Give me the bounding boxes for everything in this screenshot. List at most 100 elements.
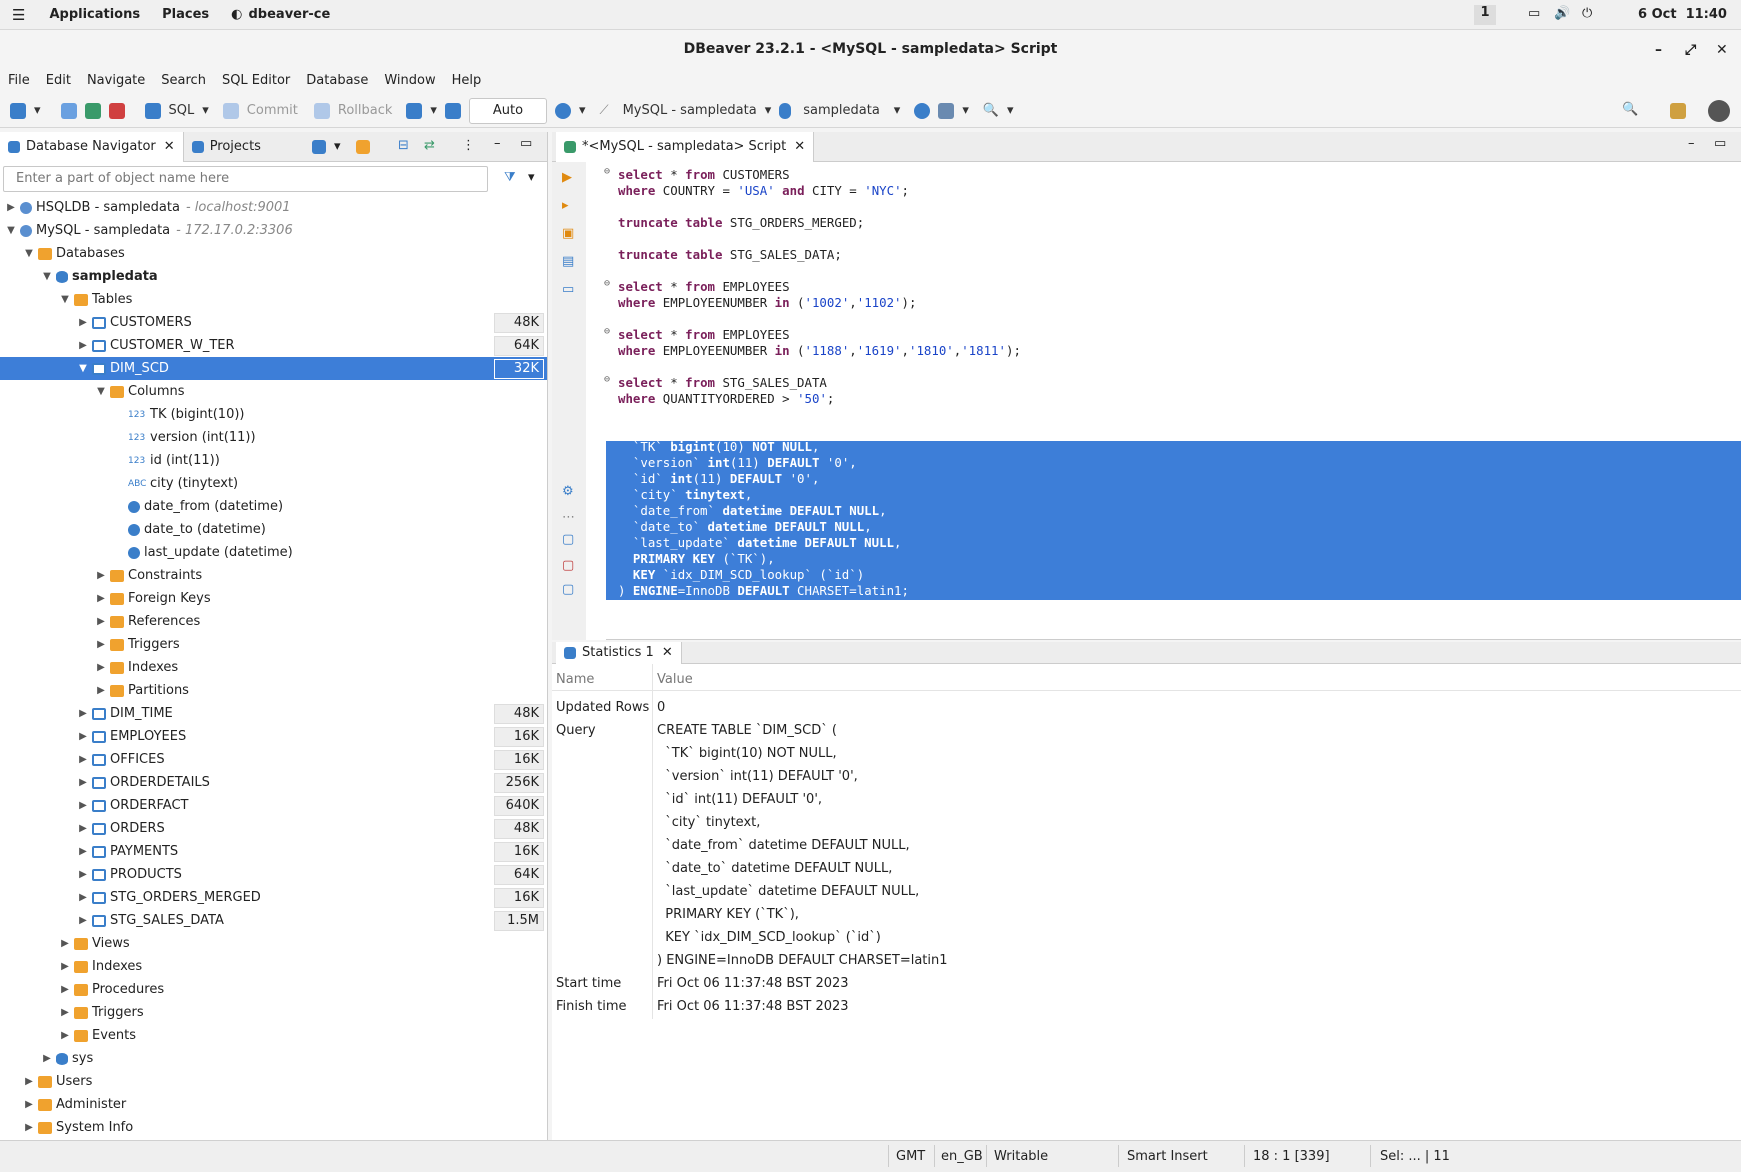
disconnect-icon[interactable] [108,102,125,119]
fold-toggle-icon[interactable]: ⊖ [604,166,610,177]
collapsed-arrow-icon[interactable]: ▶ [58,961,72,972]
clock[interactable]: 6 Oct 11:40 [1638,7,1727,22]
tree-node[interactable]: ▶ PRODUCTS 64K [0,863,547,886]
fold-toggle-icon[interactable]: ⊖ [604,374,610,385]
new-folder-icon[interactable] [356,140,370,154]
collapsed-arrow-icon[interactable]: ▶ [76,846,90,857]
rollback-icon[interactable] [313,102,330,119]
new-connection-nav-icon[interactable] [312,140,326,154]
filter-dropdown-icon[interactable]: ▾ [528,170,535,185]
tree-node[interactable]: ▼ Columns [0,380,547,403]
tab-statistics[interactable]: Statistics 1 ✕ [556,641,682,664]
tree-node[interactable]: ▶ Foreign Keys [0,587,547,610]
tree-node[interactable]: ▶ HSQLDB - sampledata - localhost:9001 [0,196,547,219]
tree-node[interactable]: 123 version (int(11)) [0,426,547,449]
close-statistics-tab-icon[interactable]: ✕ [662,645,673,660]
commit-icon[interactable] [222,102,239,119]
transaction-mode-icon[interactable] [406,102,423,119]
menu-file[interactable]: File [8,73,30,88]
menu-help[interactable]: Help [452,73,482,88]
tree-node[interactable]: ▶ CUSTOMERS 48K [0,311,547,334]
lock-icon[interactable] [444,102,461,119]
collapsed-arrow-icon[interactable]: ▶ [94,593,108,604]
connection-dropdown-icon[interactable]: ▾ [765,103,772,118]
view-menu-icon[interactable]: ⋮ [462,138,475,153]
new-connection-icon[interactable] [10,102,26,119]
tab-sql-script[interactable]: *<MySQL - sampledata> Script ✕ [556,131,815,162]
volume-icon[interactable]: 🔊 [1554,6,1570,21]
tree-node[interactable]: last_update (datetime) [0,541,547,564]
global-search-icon[interactable]: 🔍 [1622,102,1638,117]
collapsed-arrow-icon[interactable]: ▶ [22,1122,36,1133]
menu-window[interactable]: Window [384,73,435,88]
collapsed-arrow-icon[interactable]: ▶ [58,938,72,949]
collapsed-arrow-icon[interactable]: ▶ [76,754,90,765]
activities-icon[interactable]: ☰ [12,6,25,24]
collapsed-arrow-icon[interactable]: ▶ [4,202,18,213]
expanded-arrow-icon[interactable]: ▼ [4,225,18,236]
menu-navigate[interactable]: Navigate [87,73,145,88]
invalidate-icon[interactable] [84,102,101,119]
terminal-icon[interactable]: ▭ [562,282,574,297]
minimize-editor-icon[interactable]: – [1688,136,1695,151]
tab-projects[interactable]: Projects [184,132,269,162]
tree-node[interactable]: ABC city (tinytext) [0,472,547,495]
collapsed-arrow-icon[interactable]: ▶ [94,570,108,581]
tree-node[interactable]: ▶ ORDERDETAILS 256K [0,771,547,794]
collapsed-arrow-icon[interactable]: ▶ [40,1053,54,1064]
collapsed-arrow-icon[interactable]: ▶ [76,340,90,351]
link-editor-icon[interactable]: ⇄ [424,138,435,153]
tree-node[interactable]: ▶ sys [0,1047,547,1070]
collapsed-arrow-icon[interactable]: ▶ [76,317,90,328]
collapse-all-icon[interactable]: ⊟ [398,138,409,153]
workspace-indicator[interactable]: 1 [1474,5,1496,25]
power-icon[interactable]: ⏻ [1582,6,1592,21]
close-tab-icon[interactable]: ✕ [164,139,175,154]
collapsed-arrow-icon[interactable]: ▶ [76,892,90,903]
collapsed-arrow-icon[interactable]: ▶ [76,708,90,719]
places-menu[interactable]: Places [162,7,209,22]
close-icon[interactable]: ✕ [1716,42,1728,58]
restore-icon[interactable]: ⤢ [1685,42,1696,58]
menu-sql-editor[interactable]: SQL Editor [222,73,290,88]
tree-node[interactable]: ▼ DIM_SCD 32K [0,357,547,380]
minimize-panel-icon[interactable]: – [494,136,501,151]
settings-gear-icon[interactable]: ⚙ [562,484,574,499]
tree-node[interactable]: ▶ OFFICES 16K [0,748,547,771]
tab-database-navigator[interactable]: Database Navigator ✕ [0,131,184,162]
expanded-arrow-icon[interactable]: ▼ [94,386,108,397]
connect-icon[interactable] [60,102,77,119]
menu-search[interactable]: Search [161,73,206,88]
transaction-dropdown-icon[interactable]: ▾ [430,103,437,118]
tree-node[interactable]: ▶ Views [0,932,547,955]
tree-node[interactable]: ▶ References [0,610,547,633]
maximize-editor-icon[interactable]: ▭ [1714,136,1726,151]
tree-node[interactable]: ▶ System Info [0,1116,547,1139]
format-icon[interactable]: ▢ [562,582,574,597]
rollback-button[interactable]: Rollback [338,103,393,118]
tree-node[interactable]: 123 TK (bigint(10)) [0,403,547,426]
sql-editor-icon[interactable] [144,102,161,119]
filter-icon[interactable]: ⧩ [504,170,516,185]
tree-node[interactable]: 123 id (int(11)) [0,449,547,472]
history-dropdown-icon[interactable]: ▾ [579,103,586,118]
dashboard-icon[interactable] [914,102,931,119]
import-icon[interactable]: ▢ [562,558,574,573]
object-filter-input[interactable]: Enter a part of object name here [3,166,488,192]
tree-node[interactable]: ▶ Constraints [0,564,547,587]
collapsed-arrow-icon[interactable]: ▶ [94,616,108,627]
nav-dropdown-icon[interactable]: ▾ [334,139,341,154]
more-dots-icon[interactable]: ⋯ [562,510,575,525]
export-icon[interactable]: ▢ [562,532,574,547]
tree-node[interactable]: ▶ Partitions [0,679,547,702]
commit-button[interactable]: Commit [247,103,298,118]
tree-node[interactable]: ▶ STG_SALES_DATA 1.5M [0,909,547,932]
tree-node[interactable]: date_to (datetime) [0,518,547,541]
tree-node[interactable]: ▼ Tables [0,288,547,311]
tree-node[interactable]: ▶ Triggers [0,1001,547,1024]
active-connection-selector[interactable]: MySQL - sampledata [623,103,757,118]
applications-menu[interactable]: Applications [49,7,140,22]
tree-node[interactable]: ▶ CUSTOMER_W_TER 64K [0,334,547,357]
maximize-panel-icon[interactable]: ▭ [520,136,532,151]
collapsed-arrow-icon[interactable]: ▶ [22,1099,36,1110]
